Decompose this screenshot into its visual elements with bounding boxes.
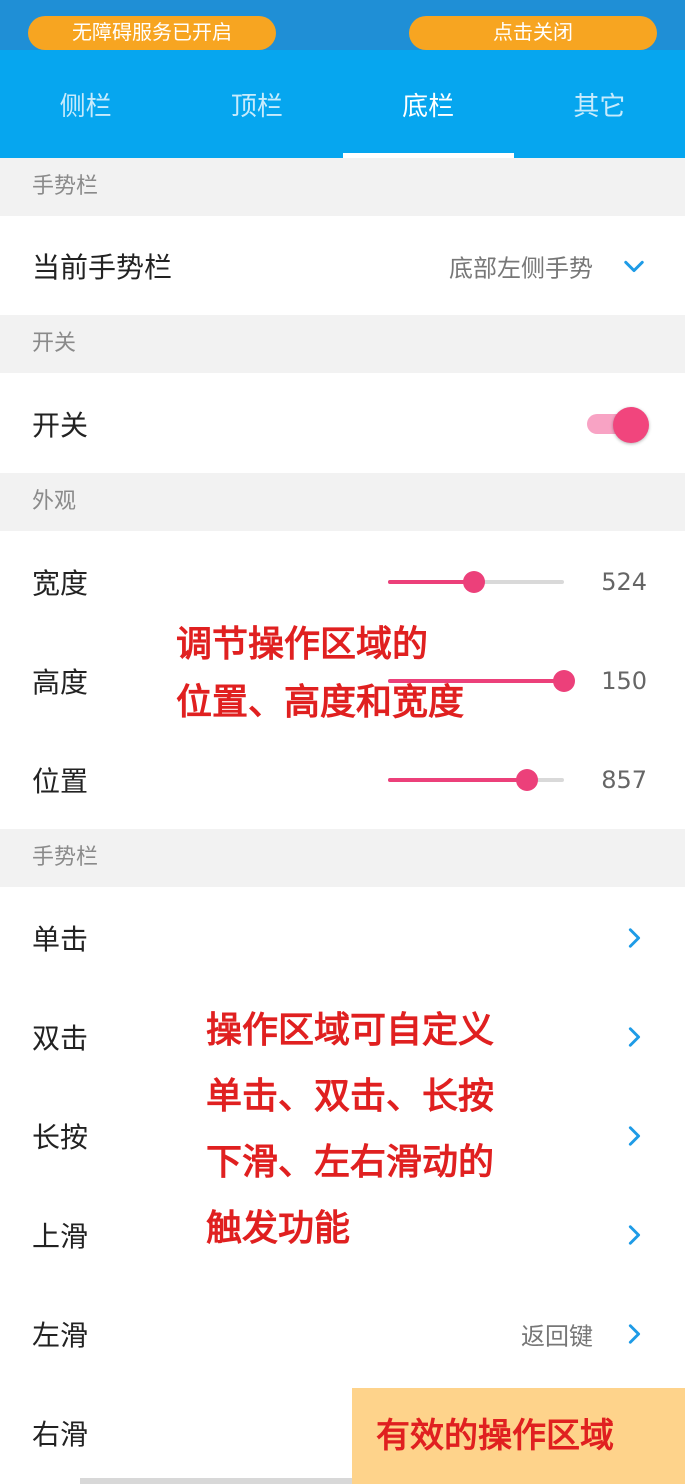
width-label: 宽度 — [32, 566, 89, 600]
gesture-label-tap: 单击 — [32, 922, 89, 956]
current-gesture-bar-label: 当前手势栏 — [32, 250, 173, 284]
chevron-right-icon — [623, 927, 645, 949]
gesture-row-swipe-left[interactable]: 左滑 返回键 — [0, 1284, 685, 1383]
position-row: 位置 857 — [0, 730, 685, 829]
close-service-button[interactable]: 点击关闭 — [409, 16, 657, 50]
current-gesture-bar-value: 底部左侧手势 — [449, 254, 593, 282]
gesture-row-tap[interactable]: 单击 — [0, 888, 685, 987]
section-header-gestures: 手势栏 — [0, 829, 685, 887]
switch-row[interactable]: 开关 — [0, 374, 685, 473]
position-slider-thumb[interactable] — [516, 768, 539, 791]
height-value: 150 — [601, 666, 647, 695]
position-value: 857 — [601, 765, 647, 794]
gesture-label-long-press: 长按 — [32, 1120, 89, 1154]
gesture-label-swipe-left: 左滑 — [32, 1318, 89, 1352]
width-slider-fill — [388, 579, 475, 584]
gesture-annotation-line: 单击、双击、长按 — [206, 1076, 495, 1117]
width-slider[interactable] — [388, 567, 564, 597]
position-slider[interactable] — [388, 765, 564, 795]
section-header-switch: 开关 — [0, 315, 685, 373]
width-slider-thumb[interactable] — [463, 570, 486, 593]
tab-other[interactable]: 其它 — [514, 50, 685, 158]
gesture-annotation-line: 操作区域可自定义 — [206, 1010, 495, 1051]
chevron-right-icon — [623, 1125, 645, 1147]
gesture-annotation: 操作区域可自定义 单击、双击、长按 下滑、左右滑动的 触发功能 — [206, 998, 494, 1262]
appearance-annotation-line: 位置、高度和宽度 — [176, 682, 465, 723]
tab-bottombar[interactable]: 底栏 — [342, 50, 515, 158]
gesture-value-swipe-left: 返回键 — [521, 1322, 593, 1350]
chevron-right-icon — [623, 1026, 645, 1048]
chevron-down-icon[interactable] — [623, 255, 645, 277]
position-slider-fill — [388, 777, 528, 782]
current-gesture-bar-row[interactable]: 当前手势栏 底部左侧手势 — [0, 216, 685, 315]
section-header-gesture-bar: 手势栏 — [0, 158, 685, 216]
tab-bar: 侧栏 顶栏 底栏 其它 — [0, 50, 685, 158]
height-label: 高度 — [32, 665, 89, 699]
gesture-label-swipe-right: 右滑 — [32, 1417, 89, 1451]
appearance-annotation: 调节操作区域的 位置、高度和宽度 — [176, 616, 464, 732]
chevron-right-icon — [623, 1224, 645, 1246]
gesture-label-swipe-up: 上滑 — [32, 1219, 89, 1253]
accessibility-status-badge[interactable]: 无障碍服务已开启 — [28, 16, 276, 50]
effective-area-box: 有效的操作区域 — [352, 1388, 685, 1484]
gesture-annotation-line: 触发功能 — [206, 1208, 351, 1249]
toggle-thumb — [613, 406, 649, 443]
enable-toggle[interactable] — [587, 406, 649, 443]
gesture-label-double-tap: 双击 — [32, 1021, 89, 1055]
height-slider-thumb[interactable] — [553, 669, 575, 692]
gesture-annotation-line: 下滑、左右滑动的 — [206, 1142, 495, 1183]
switch-label: 开关 — [32, 408, 89, 442]
tab-topbar[interactable]: 顶栏 — [171, 50, 342, 158]
chevron-right-icon — [623, 1323, 645, 1345]
tab-sidebar[interactable]: 侧栏 — [0, 50, 171, 158]
width-value: 524 — [601, 567, 647, 596]
nav-handle — [80, 1478, 352, 1484]
appearance-annotation-line: 调节操作区域的 — [176, 624, 429, 665]
section-header-appearance: 外观 — [0, 473, 685, 531]
position-label: 位置 — [32, 764, 89, 798]
